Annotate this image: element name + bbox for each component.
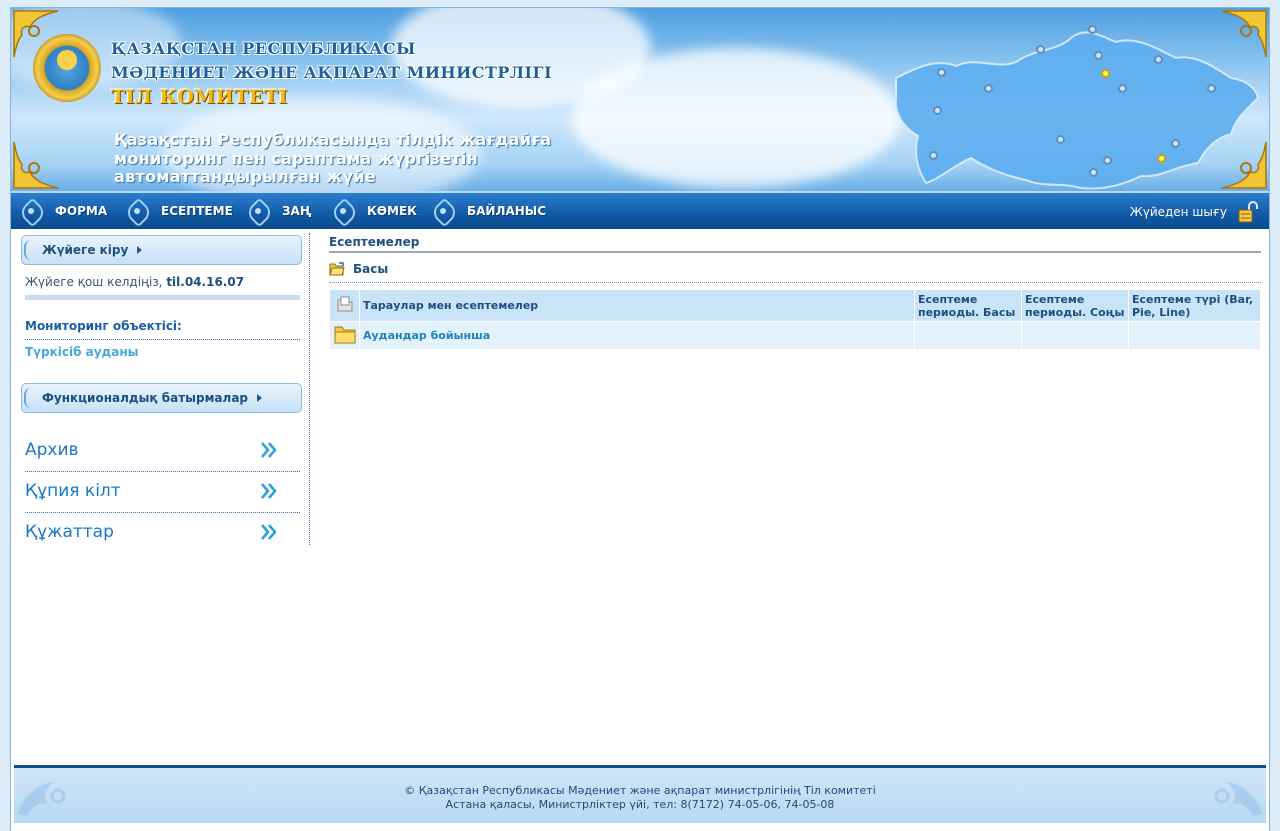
func-documents-link[interactable]: Құжаттар (25, 512, 300, 552)
map-city-marker (1036, 45, 1045, 54)
nav-item-label: ФОРМА (55, 204, 108, 218)
map-city-marker (984, 84, 993, 93)
double-chevron-right-icon (261, 524, 277, 540)
func-panel-header: Функционалдық батырмалар (21, 383, 302, 413)
folder-grey-icon (337, 296, 352, 312)
cloud-decoration (571, 48, 901, 188)
nav-item-zan[interactable]: ЗАҢ (244, 198, 311, 224)
logout-button[interactable]: Жүйеден шығу (1130, 201, 1259, 223)
footer-contact: Астана қаласы, Министрліктер үйі, тел: 8… (445, 798, 835, 811)
map-city-marker (1118, 84, 1127, 93)
ornament-icon (24, 240, 38, 260)
double-chevron-right-icon (261, 483, 277, 499)
divider (25, 295, 300, 300)
system-slogan-line2: мониторинг пен сараптама жүргізетін (114, 149, 478, 168)
login-panel-header: Жүйеге кіру (21, 235, 302, 265)
map-city-marker (1207, 84, 1216, 93)
system-slogan-line3: автоматтандырылған жүйе (114, 167, 376, 186)
committee-title: ТІЛ КОМИТЕТІ (111, 86, 288, 108)
ornament-icon (429, 198, 459, 224)
breadcrumb: Басы (329, 259, 1261, 283)
unlock-icon (1238, 201, 1258, 223)
ornament-icon (18, 782, 66, 816)
welcome-text: Жүйеге қош келдіңіз, (25, 275, 163, 289)
table-header-row: Тараулар мен есептемелер Есептеме период… (329, 289, 1261, 322)
nav-item-esepteme[interactable]: ЕСЕПТЕМЕ (123, 198, 233, 224)
func-item-label: Құпия кілт (25, 481, 121, 501)
func-archive-link[interactable]: Архив (25, 430, 300, 470)
table-header: Есептеме периоды. Басы (914, 289, 1022, 322)
state-emblem-icon (33, 34, 101, 102)
table-cell-icon (329, 321, 360, 350)
monitoring-object-value: Түркісіб ауданы (25, 345, 139, 359)
table-header: Есептеме периоды. Соңы (1021, 289, 1129, 322)
nav-item-label: БАЙЛАНЫС (467, 204, 547, 218)
divider (25, 339, 300, 340)
arrow-right-icon (257, 394, 263, 402)
map-city-marker (929, 151, 938, 160)
table-header-icon-cell (329, 289, 360, 322)
kazakhstan-map-icon (894, 31, 1260, 190)
system-slogan-line1: Қазақстан Республикасында тілдік жағдайғ… (114, 130, 552, 149)
table-cell: Аудандар бойынша (359, 321, 915, 350)
map-city-marker (933, 106, 942, 115)
page-frame: ҚАЗАҚСТАН РЕСПУБЛИКАСЫ МӘДЕНИЕТ ЖӘНЕ АҚП… (10, 7, 1270, 831)
map-city-marker (1154, 55, 1163, 64)
ornament-icon (123, 198, 153, 224)
nav-item-label: КӨМЕК (367, 204, 417, 218)
report-link[interactable]: Аудандар бойынша (363, 329, 490, 342)
nav-item-forma[interactable]: ФОРМА (17, 198, 107, 224)
ornament-icon (1214, 782, 1262, 816)
welcome-message: Жүйеге қош келдіңіз, til.04.16.07 (25, 275, 244, 289)
footer: © Қазақстан Республикасы Мәдениет және а… (14, 765, 1266, 823)
ministry-title-line2: МӘДЕНИЕТ ЖӘНЕ АҚПАРАТ МИНИСТРЛІГІ (111, 63, 553, 82)
table-header: Есептеме түрі (Bar, Pie, Line) (1128, 289, 1261, 322)
map-city-marker (1088, 25, 1097, 34)
table-cell (914, 321, 1022, 350)
folder-icon (334, 326, 355, 344)
func-item-label: Архив (25, 440, 79, 460)
map-city-marker (1171, 139, 1180, 148)
table-cell (1128, 321, 1261, 350)
map-city-marker (1094, 51, 1103, 60)
breadcrumb-home-link[interactable]: Басы (353, 262, 388, 276)
ornament-icon (24, 388, 38, 408)
header-banner: ҚАЗАҚСТАН РЕСПУБЛИКАСЫ МӘДЕНИЕТ ЖӘНЕ АҚП… (11, 8, 1269, 191)
nav-item-label: ЗАҢ (282, 204, 312, 218)
ornament-icon (329, 198, 359, 224)
reports-table: Тараулар мен есептемелер Есептеме период… (329, 289, 1261, 350)
login-panel-title: Жүйеге кіру (42, 243, 129, 257)
ornament-icon (244, 198, 274, 224)
main-content: Есептемелер Басы Тараулар мен есептемеле… (329, 233, 1261, 350)
nav-item-bailanys[interactable]: БАЙЛАНЫС (429, 198, 546, 224)
map-city-marker (1056, 135, 1065, 144)
map-capital-marker (1101, 69, 1110, 78)
main-nav-bar: ФОРМА ЕСЕПТЕМЕ ЗАҢ КӨМЕК БАЙЛАНЫС Жүйеде… (11, 191, 1269, 229)
nav-item-komek[interactable]: КӨМЕК (329, 198, 417, 224)
footer-copyright: © Қазақстан Республикасы Мәдениет және а… (404, 784, 876, 797)
map-city-marker (937, 68, 946, 77)
ornament-icon (17, 198, 47, 224)
sidebar: Жүйеге кіру Жүйеге қош келдіңіз, til.04.… (19, 233, 310, 545)
table-header: Тараулар мен есептемелер (359, 289, 915, 322)
func-panel-title: Функционалдық батырмалар (42, 391, 249, 405)
open-folder-icon (329, 262, 345, 276)
func-secret-key-link[interactable]: Құпия кілт (25, 471, 300, 511)
map-city-marker (1089, 168, 1098, 177)
ornament-corner-icon (13, 141, 59, 189)
double-chevron-right-icon (261, 442, 277, 458)
map-city-marker (1103, 156, 1112, 165)
nav-item-label: ЕСЕПТЕМЕ (161, 204, 233, 218)
monitoring-object-label: Мониторинг объектісі: (25, 319, 182, 333)
arrow-right-icon (137, 246, 143, 254)
func-item-label: Құжаттар (25, 522, 114, 542)
page-title: Есептемелер (329, 233, 1261, 253)
username: til.04.16.07 (166, 275, 245, 289)
table-cell (1021, 321, 1129, 350)
logout-label: Жүйеден шығу (1129, 205, 1227, 219)
table-row[interactable]: Аудандар бойынша (329, 321, 1261, 350)
map-capital-marker (1157, 154, 1166, 163)
ministry-title-line1: ҚАЗАҚСТАН РЕСПУБЛИКАСЫ (111, 39, 416, 58)
